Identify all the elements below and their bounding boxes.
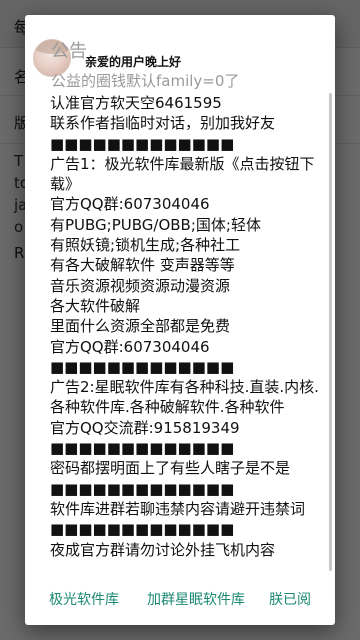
message-line: 各种软件库.各种破解软件.各种软件 (50, 398, 285, 417)
dialog-message[interactable]: 认准官方软天空6461595 联系作者指临时对话，别加我好友 ■■■■■■■■■… (50, 93, 322, 581)
message-line: 音乐资源视频资源动漫资源 (50, 276, 231, 295)
message-line: 广告2:星眠软件库有各种科技.直装.内核. (50, 378, 319, 397)
dialog-header: 公告 亲爱的用户晚上好 公益的圈钱默认family=0了 (25, 15, 335, 90)
message-line: 有PUBG;PUBG/OBB;国体;轻体 (50, 215, 261, 234)
acknowledge-button[interactable]: 朕已阅 (269, 589, 311, 609)
message-line: 联系作者指临时对话，别加我好友 (50, 114, 276, 133)
message-line: 官方QQ群:607304046 (50, 337, 210, 356)
message-line: 有照妖镜;锁机生成;各种社工 (50, 236, 241, 255)
message-line: 官方QQ交流群:915819349 (50, 418, 240, 437)
message-line: 官方QQ群:607304046 (50, 195, 210, 214)
greeting-text: 亲爱的用户晚上好 (85, 55, 182, 69)
message-line: 软件库进群若聊违禁内容请避开违禁词 (50, 499, 306, 518)
message-line: ■■■■■■■■■■■■■ (50, 134, 235, 153)
message-line: 夜成官方群请勿讨论外挂飞机内容 (50, 540, 276, 559)
dialog-actions: 极光软件库 加群星眠软件库 朕已阅 (25, 575, 335, 625)
message-line: ■■■■■■■■■■■■■ (50, 479, 235, 498)
message-line: 里面什么资源全部都是免费 (50, 317, 231, 336)
dialog-subtitle: 公益的圈钱默认family=0了 (51, 72, 240, 90)
message-line: ■■■■■■■■■■■■■ (50, 439, 235, 458)
message-line: ■■■■■■■■■■■■■ (50, 357, 235, 376)
message-line: 广告1：极光软件库最新版《点击按钮下载》 (50, 154, 315, 194)
dialog-scrollbar[interactable] (329, 93, 332, 571)
message-line: 各大软件破解 (50, 296, 141, 315)
message-line: 认准官方软天空6461595 (50, 94, 222, 112)
aurora-library-button[interactable]: 极光软件库 (49, 589, 119, 609)
message-line: 密码都摆明面上了有些人瞎子是不是 (50, 459, 291, 478)
join-xingmian-group-button[interactable]: 加群星眠软件库 (147, 589, 245, 609)
dialog-title: 公告 (51, 41, 87, 62)
announcement-dialog: 公告 亲爱的用户晚上好 公益的圈钱默认family=0了 认准官方软天空6461… (25, 15, 335, 625)
message-line: 有各大破解软件 变声器等等 (50, 256, 235, 275)
message-line: ■■■■■■■■■■■■■ (50, 520, 235, 539)
